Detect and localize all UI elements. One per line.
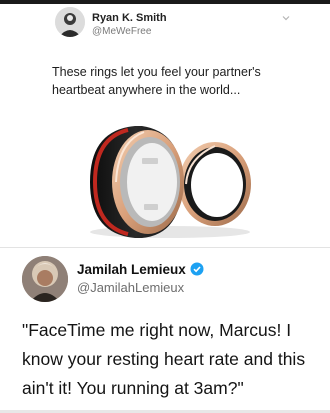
chevron-down-icon[interactable] [281,13,291,23]
verified-badge-icon [190,262,204,276]
author-name[interactable]: Jamilah Lemieux [77,262,186,277]
tweet-text: These rings let you feel your partner's … [52,65,261,97]
heartbeat-rings-image [90,126,251,238]
avatar-image [55,7,85,37]
tweet-divider [0,247,330,248]
avatar-jamilah-lemieux[interactable] [22,256,68,302]
tweet-text: "FaceTime me right now, Marcus! I know y… [22,320,306,398]
avatar-ryan-k-smith[interactable] [55,7,85,37]
author-handle: @MeWeFree [92,26,152,37]
author-name[interactable]: Ryan K. Smith [92,12,167,24]
top-edge-bar [0,0,330,4]
avatar-image [22,256,68,302]
author-handle: @JamilahLemieux [77,280,185,295]
